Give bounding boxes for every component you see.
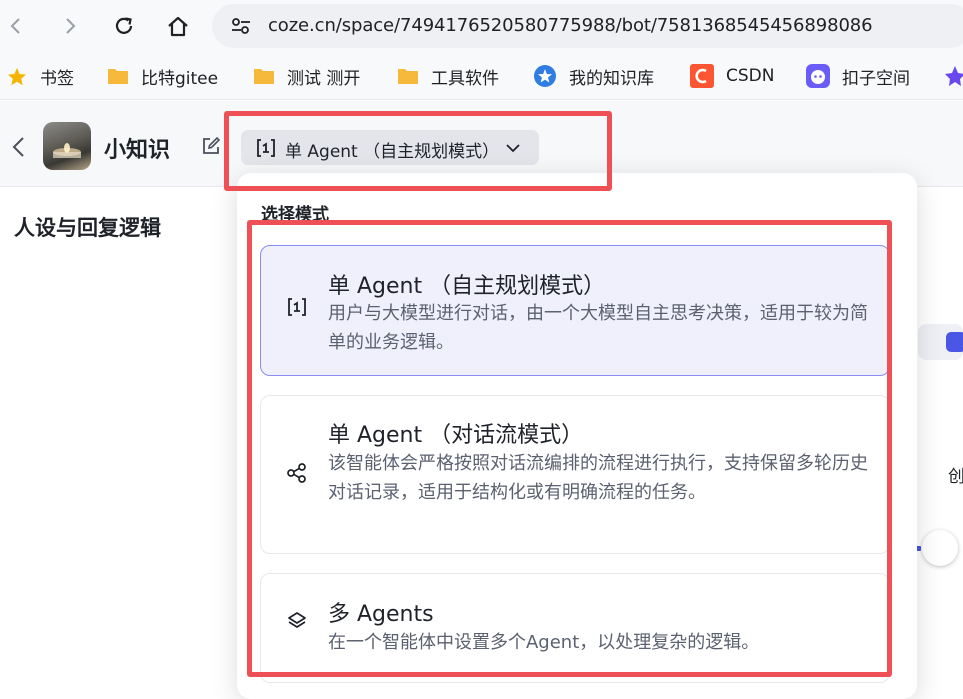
agent-bracket-icon bbox=[285, 295, 309, 319]
mode-option-single-agent-autonomous[interactable]: 单 Agent （自主规划模式） 用户与大模型进行对话，由一个大模型自主思考决策… bbox=[260, 245, 890, 376]
option-title: 单 Agent （对话流模式） bbox=[328, 423, 584, 448]
bookmark-item[interactable]: CSDN bbox=[690, 64, 774, 88]
csdn-icon bbox=[690, 64, 714, 88]
site-settings-icon[interactable] bbox=[230, 16, 252, 40]
bookmark-label: 扣子空间 bbox=[842, 68, 910, 89]
persona-section-title: 人设与回复逻辑 bbox=[14, 216, 161, 240]
reload-icon[interactable] bbox=[110, 12, 138, 40]
coze-space-icon bbox=[806, 64, 830, 88]
option-description: 该智能体会严格按照对话流编排的流程进行执行，支持保留多轮历史对话记录，适用于结构… bbox=[328, 453, 868, 503]
bot-avatar[interactable] bbox=[43, 122, 91, 170]
star-icon bbox=[6, 66, 28, 86]
chevron-down-icon bbox=[503, 138, 523, 162]
bookmark-label: 测试 测开 bbox=[287, 68, 361, 89]
bookmark-item[interactable]: 工具软件 bbox=[397, 64, 499, 89]
option-description: 用户与大模型进行对话，由一个大模型自主思考决策，适用于较为简单的业务逻辑。 bbox=[328, 303, 868, 353]
knowledge-base-icon bbox=[533, 64, 557, 88]
agent-bracket-icon bbox=[255, 137, 277, 163]
mode-option-multi-agents[interactable]: 多 Agents 在一个智能体中设置多个Agent，以处理复杂的逻辑。 bbox=[260, 573, 890, 683]
home-icon[interactable] bbox=[164, 12, 192, 40]
mode-select-button[interactable]: 单 Agent （自主规划模式） bbox=[241, 130, 539, 165]
bookmark-label: 工具软件 bbox=[431, 68, 499, 89]
slider-handle[interactable] bbox=[922, 530, 958, 566]
back-nav-icon[interactable] bbox=[2, 12, 30, 40]
model-logo-icon bbox=[946, 332, 963, 352]
bookmark-item[interactable]: 我的知识库 bbox=[533, 64, 654, 89]
right-panel-text: 创 bbox=[948, 467, 963, 487]
bookmark-item[interactable]: 扣子空间 bbox=[806, 64, 910, 89]
dropdown-header: 选择模式 bbox=[261, 205, 329, 225]
forward-nav-icon[interactable] bbox=[56, 12, 84, 40]
mode-option-single-agent-dialog-flow[interactable]: 单 Agent （对话流模式） 该智能体会严格按照对话流编排的流程进行执行，支持… bbox=[260, 395, 890, 554]
bookmark-label: 比特gitee bbox=[141, 68, 219, 89]
folder-icon bbox=[397, 66, 419, 86]
url-text: coze.cn/space/7494176520580775988/bot/75… bbox=[268, 15, 873, 36]
bookmark-label: CSDN bbox=[726, 66, 775, 86]
bookmarks-bar: 书签 比特gitee 测试 测开 工具软件 我的知识库 CSDN 扣子空间 bbox=[0, 52, 963, 100]
option-title: 多 Agents bbox=[328, 602, 434, 627]
bookmark-overflow-icon[interactable] bbox=[944, 64, 963, 88]
folder-icon bbox=[107, 66, 129, 86]
layers-icon bbox=[285, 609, 309, 633]
bookmark-label: 书签 bbox=[40, 68, 74, 89]
option-description: 在一个智能体中设置多个Agent，以处理复杂的逻辑。 bbox=[328, 632, 760, 653]
bot-name: 小知识 bbox=[104, 138, 171, 163]
browser-toolbar: coze.cn/space/7494176520580775988/bot/75… bbox=[0, 0, 963, 52]
folder-icon bbox=[253, 66, 275, 86]
back-arrow-icon[interactable] bbox=[8, 133, 30, 161]
bookmark-item[interactable]: 书签 bbox=[6, 64, 74, 89]
mode-button-label: 单 Agent （自主规划模式） bbox=[285, 142, 500, 162]
option-title: 单 Agent （自主规划模式） bbox=[328, 274, 606, 299]
bookmark-item[interactable]: 测试 测开 bbox=[253, 64, 361, 89]
bookmark-label: 我的知识库 bbox=[569, 68, 654, 89]
bookmark-item[interactable]: 比特gitee bbox=[107, 64, 219, 89]
address-bar[interactable]: coze.cn/space/7494176520580775988/bot/75… bbox=[212, 4, 963, 48]
workflow-nodes-icon bbox=[285, 461, 309, 485]
mode-dropdown: 选择模式 单 Agent （自主规划模式） 用户与大模型进行对话，由一个大模型自… bbox=[237, 173, 917, 699]
edit-icon[interactable] bbox=[201, 136, 221, 156]
